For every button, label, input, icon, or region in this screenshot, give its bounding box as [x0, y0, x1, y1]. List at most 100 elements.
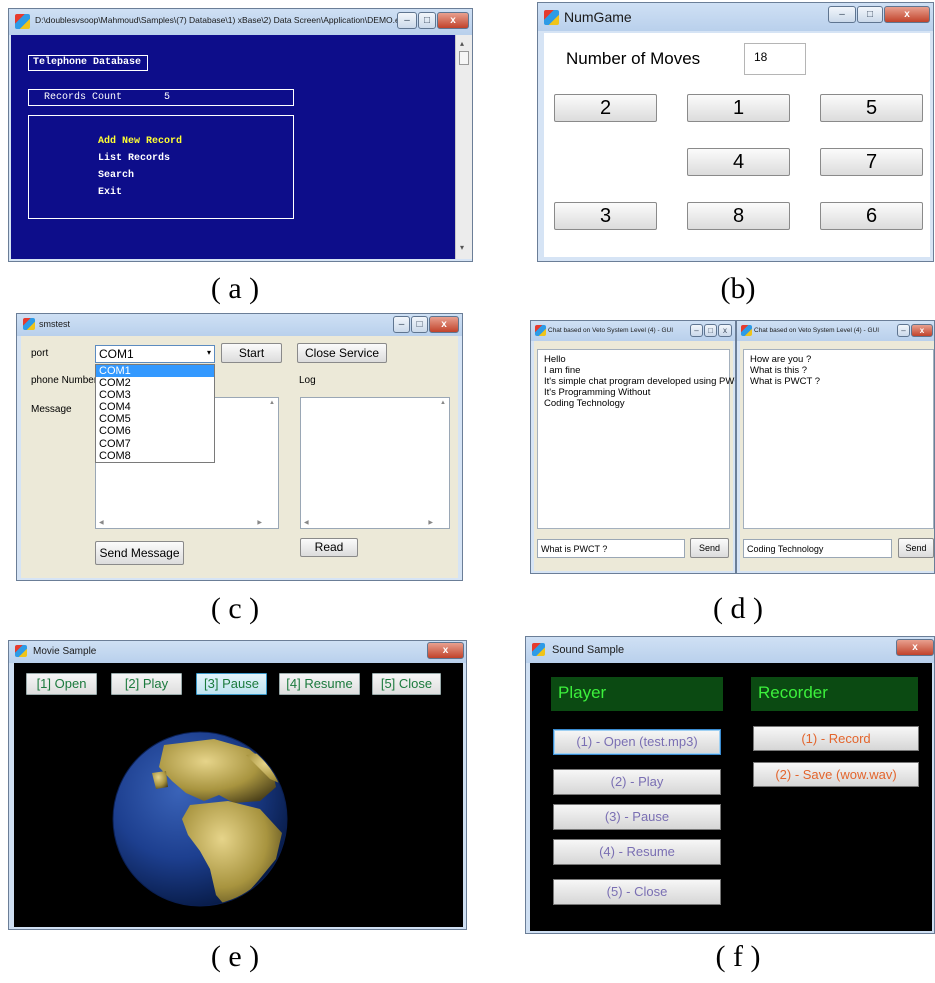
- close-service-button[interactable]: Close Service: [297, 343, 387, 363]
- moves-field[interactable]: 18: [744, 43, 806, 75]
- tile-5[interactable]: 5: [820, 94, 923, 122]
- app-header: Telephone Database: [33, 57, 142, 68]
- scroll-right-arrow-icon[interactable]: ▶: [428, 519, 433, 526]
- records-count-value: 5: [164, 92, 171, 103]
- minimize-button[interactable]: –: [397, 12, 417, 29]
- maximize-button[interactable]: □: [411, 316, 428, 333]
- port-select[interactable]: COM1 ▾: [95, 345, 215, 363]
- send-button[interactable]: Send: [898, 538, 934, 558]
- maximize-button[interactable]: □: [418, 12, 436, 29]
- minimize-button[interactable]: –: [690, 324, 703, 337]
- minimize-button[interactable]: –: [828, 6, 856, 23]
- console-area: Telephone Database Records Count 5 Add N…: [11, 35, 455, 259]
- open-test-mp3-button[interactable]: (1) - Open (test.mp3): [553, 729, 721, 755]
- port-option-com2[interactable]: COM2: [96, 377, 214, 389]
- chat-line: Hello: [544, 354, 566, 365]
- window-sound-sample: Sound Sample x Player Recorder (1) - Ope…: [525, 636, 935, 934]
- scroll-left-arrow-icon[interactable]: ◀: [304, 519, 309, 526]
- scroll-up-arrow-icon[interactable]: ▲: [269, 400, 275, 406]
- caption-a: ( a ): [210, 272, 260, 305]
- chevron-down-icon[interactable]: ▾: [207, 348, 211, 357]
- chat-input[interactable]: Coding Technology: [743, 539, 892, 558]
- caption-b: (b): [720, 272, 756, 305]
- maximize-button[interactable]: □: [857, 6, 883, 23]
- window-title: Chat based on Veto System Level (4) - GU…: [548, 327, 674, 334]
- app-icon: [15, 14, 30, 29]
- caption-d: ( d ): [713, 592, 763, 625]
- message-label: Message: [31, 404, 72, 415]
- window-chat-left: Chat based on Veto System Level (4) - GU…: [530, 320, 736, 574]
- tile-6[interactable]: 6: [820, 202, 923, 230]
- window-title: D:\doublesvsoop\Mahmoud\Samples\(7) Data…: [35, 15, 409, 25]
- window-chat-right: Chat based on Veto System Level (4) - GU…: [736, 320, 935, 574]
- port-dropdown-list: COM1 COM2 COM3 COM4 COM5 COM6 COM7 COM8: [95, 364, 215, 463]
- app-icon: [532, 643, 545, 656]
- play-button[interactable]: (2) - Play: [553, 769, 721, 795]
- close-button[interactable]: x: [427, 642, 464, 659]
- game-body: Number of Moves 18 2 1 5 4 7 3 8 6: [544, 33, 930, 257]
- port-option-com8[interactable]: COM8: [96, 450, 214, 462]
- chat-line: It's Programming Without: [544, 387, 651, 398]
- tile-2[interactable]: 2: [554, 94, 657, 122]
- chat-line: It's simple chat program developed using…: [544, 376, 736, 387]
- port-option-com4[interactable]: COM4: [96, 401, 214, 413]
- menu-item-search[interactable]: Search: [98, 170, 134, 181]
- records-count-label: Records Count: [44, 92, 123, 103]
- scroll-right-arrow-icon[interactable]: ▶: [257, 519, 262, 526]
- port-option-com6[interactable]: COM6: [96, 425, 214, 437]
- chat-input-value: What is PWCT ?: [541, 544, 608, 554]
- port-option-com1[interactable]: COM1: [96, 365, 214, 378]
- titlebar: Movie Sample x: [9, 641, 466, 663]
- close-button[interactable]: x: [911, 324, 933, 337]
- window-telephone-database: D:\doublesvsoop\Mahmoud\Samples\(7) Data…: [8, 8, 473, 262]
- start-button[interactable]: Start: [221, 343, 282, 363]
- scroll-left-arrow-icon[interactable]: ◀: [99, 519, 104, 526]
- chat-line: How are you ?: [750, 354, 812, 365]
- send-button[interactable]: Send: [690, 538, 729, 558]
- pause-button[interactable]: (3) - Pause: [553, 804, 721, 830]
- chat-line: What is PWCT ?: [750, 376, 821, 387]
- app-icon: [544, 10, 559, 25]
- close-button[interactable]: x: [718, 324, 732, 337]
- close-button[interactable]: x: [437, 12, 469, 29]
- close-sound-button[interactable]: (5) - Close: [553, 879, 721, 905]
- minimize-button[interactable]: –: [897, 324, 910, 337]
- minimize-button[interactable]: –: [393, 316, 410, 333]
- chat-log: How are you ? What is this ? What is PWC…: [743, 349, 934, 529]
- tile-7[interactable]: 7: [820, 148, 923, 176]
- app-icon: [23, 318, 35, 330]
- tile-3[interactable]: 3: [554, 202, 657, 230]
- close-button[interactable]: x: [884, 6, 930, 23]
- tile-8[interactable]: 8: [687, 202, 790, 230]
- log-textarea[interactable]: ▲ ◀ ▶: [300, 397, 450, 529]
- save-wow-wav-button[interactable]: (2) - Save (wow.wav): [753, 762, 919, 787]
- send-message-button[interactable]: Send Message: [95, 541, 184, 565]
- port-option-com7[interactable]: COM7: [96, 438, 214, 450]
- window-numgame: NumGame – □ x Number of Moves 18 2 1 5 4…: [537, 2, 934, 262]
- chat-input[interactable]: What is PWCT ?: [537, 539, 685, 558]
- maximize-button[interactable]: □: [704, 324, 717, 337]
- vertical-scrollbar[interactable]: ▴ ▾: [455, 35, 472, 259]
- window-movie-sample: Movie Sample x [1] Open [2] Play [3] Pau…: [8, 640, 467, 930]
- read-button[interactable]: Read: [300, 538, 358, 557]
- scroll-up-arrow-icon[interactable]: ▲: [440, 400, 446, 406]
- menu-item-exit[interactable]: Exit: [98, 187, 122, 198]
- port-option-com5[interactable]: COM5: [96, 413, 214, 425]
- record-button[interactable]: (1) - Record: [753, 726, 919, 751]
- port-select-value: COM1: [99, 347, 134, 361]
- scroll-down-arrow-icon[interactable]: ▾: [460, 243, 464, 252]
- tile-4[interactable]: 4: [687, 148, 790, 176]
- scroll-thumb[interactable]: [459, 51, 469, 65]
- tile-1[interactable]: 1: [687, 94, 790, 122]
- titlebar: Chat based on Veto System Level (4) - GU…: [737, 321, 934, 341]
- resume-button[interactable]: (4) - Resume: [553, 839, 721, 865]
- port-option-com3[interactable]: COM3: [96, 389, 214, 401]
- close-button[interactable]: x: [896, 639, 934, 656]
- menu-item-list-records[interactable]: List Records: [98, 153, 170, 164]
- menu-item-add-new-record[interactable]: Add New Record: [98, 136, 182, 147]
- window-smstest: smstest – □ x port phone Number Message …: [16, 313, 463, 581]
- close-button[interactable]: x: [429, 316, 459, 333]
- titlebar: Chat based on Veto System Level (4) - GU…: [531, 321, 735, 341]
- moves-value: 18: [754, 50, 768, 64]
- scroll-up-arrow-icon[interactable]: ▴: [460, 39, 464, 48]
